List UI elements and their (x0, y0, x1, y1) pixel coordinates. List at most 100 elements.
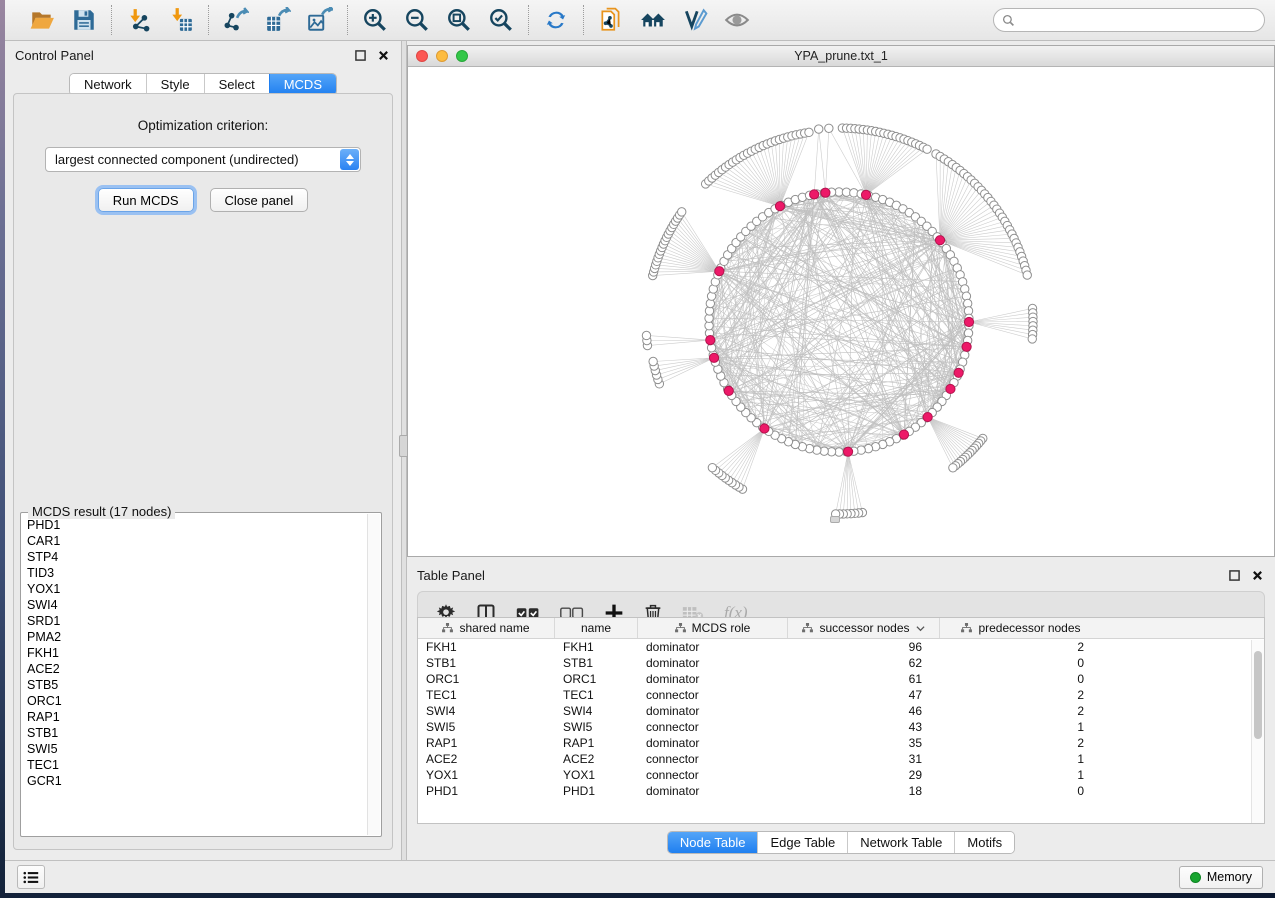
graph-hub-node[interactable] (760, 424, 769, 433)
table-scrollbar-thumb[interactable] (1254, 651, 1262, 739)
tab-network-table[interactable]: Network Table (847, 832, 954, 853)
tab-node-table[interactable]: Node Table (668, 832, 758, 853)
graph-hub-node[interactable] (861, 190, 870, 199)
table-row[interactable]: SWI5SWI5connector431 (418, 719, 1264, 735)
graph-node[interactable] (642, 331, 650, 339)
new-network-icon[interactable] (596, 5, 626, 35)
table-row[interactable]: RAP1RAP1dominator352 (418, 735, 1264, 751)
graph-hub-node[interactable] (899, 430, 908, 439)
graph-node[interactable] (678, 208, 686, 216)
graph-hub-node[interactable] (962, 342, 971, 351)
vizmapper-icon[interactable] (680, 5, 710, 35)
table-row[interactable]: TEC1TEC1connector472 (418, 687, 1264, 703)
result-scrollbar[interactable] (367, 514, 380, 835)
column-header-name[interactable]: name (555, 618, 638, 638)
mcds-result-item[interactable]: GCR1 (27, 773, 381, 789)
table-row[interactable]: SWI4SWI4dominator462 (418, 703, 1264, 719)
export-table-icon[interactable] (263, 5, 293, 35)
mcds-result-item[interactable]: TEC1 (27, 757, 381, 773)
refresh-icon[interactable] (541, 5, 571, 35)
graph-node[interactable] (708, 463, 716, 471)
graph-node[interactable] (805, 128, 813, 136)
graph-node[interactable] (815, 125, 823, 133)
graph-hub-node[interactable] (923, 412, 932, 421)
export-network-icon[interactable] (221, 5, 251, 35)
mcds-result-item[interactable]: PMA2 (27, 629, 381, 645)
close-panel-icon[interactable] (375, 47, 391, 63)
float-panel-icon[interactable] (1226, 567, 1242, 583)
tab-network[interactable]: Network (70, 74, 146, 95)
column-header-shared-name[interactable]: shared name (418, 618, 555, 638)
close-panel-icon[interactable] (1249, 567, 1265, 583)
graph-hub-node[interactable] (935, 236, 944, 245)
graph-hub-node[interactable] (964, 317, 973, 326)
network-titlebar[interactable]: YPA_prune.txt_1 (408, 46, 1274, 67)
mcds-result-item[interactable]: STB5 (27, 677, 381, 693)
table-row[interactable]: PHD1PHD1dominator180 (418, 783, 1264, 799)
tab-style[interactable]: Style (146, 74, 204, 95)
mcds-result-list[interactable]: PHD1CAR1STP4TID3YOX1SWI4SRD1PMA2FKH1ACE2… (20, 512, 382, 837)
tab-motifs[interactable]: Motifs (954, 832, 1014, 853)
export-image-icon[interactable] (305, 5, 335, 35)
table-row[interactable]: ACE2ACE2connector311 (418, 751, 1264, 767)
open-session-icon[interactable] (27, 5, 57, 35)
task-history-button[interactable] (17, 865, 45, 889)
float-panel-icon[interactable] (352, 47, 368, 63)
graph-node[interactable] (923, 145, 931, 153)
mcds-result-item[interactable]: TID3 (27, 565, 381, 581)
tab-edge-table[interactable]: Edge Table (757, 832, 847, 853)
memory-button[interactable]: Memory (1179, 866, 1263, 889)
graph-hub-node[interactable] (724, 386, 733, 395)
network-graph[interactable] (408, 67, 1274, 556)
mcds-result-item[interactable]: ACE2 (27, 661, 381, 677)
mcds-result-item[interactable]: SWI5 (27, 741, 381, 757)
zoom-fit-icon[interactable] (444, 5, 474, 35)
graph-hub-node[interactable] (715, 267, 724, 276)
mcds-result-item[interactable]: SRD1 (27, 613, 381, 629)
tab-mcds[interactable]: MCDS (269, 74, 336, 95)
graph-hub-node[interactable] (843, 447, 852, 456)
import-network-icon[interactable] (124, 5, 154, 35)
home-icon[interactable] (638, 5, 668, 35)
mcds-result-item[interactable]: ORC1 (27, 693, 381, 709)
tab-select[interactable]: Select (204, 74, 269, 95)
graph-hub-node[interactable] (954, 368, 963, 377)
run-mcds-button[interactable]: Run MCDS (98, 188, 194, 212)
search-input[interactable] (993, 8, 1265, 32)
mcds-result-item[interactable]: STB1 (27, 725, 381, 741)
column-header-successor-nodes[interactable]: successor nodes (788, 618, 940, 638)
graph-hub-node[interactable] (810, 190, 819, 199)
graph-hub-node[interactable] (821, 188, 830, 197)
node-table[interactable]: shared namenameMCDS rolesuccessor nodesp… (417, 617, 1265, 824)
table-scrollbar[interactable] (1251, 640, 1264, 823)
table-row[interactable]: ORC1ORC1dominator610 (418, 671, 1264, 687)
save-session-icon[interactable] (69, 5, 99, 35)
graph-node[interactable] (949, 464, 957, 472)
mcds-result-item[interactable]: RAP1 (27, 709, 381, 725)
graph-node[interactable] (1023, 271, 1031, 279)
table-row[interactable]: YOX1YOX1connector291 (418, 767, 1264, 783)
zoom-selected-icon[interactable] (486, 5, 516, 35)
search-text-field[interactable] (1020, 13, 1256, 27)
horizontal-splitter-grip[interactable] (830, 516, 840, 523)
column-header-predecessor-nodes[interactable]: predecessor nodes (940, 618, 1102, 638)
eye-icon[interactable] (722, 5, 752, 35)
graph-node[interactable] (825, 124, 833, 132)
table-row[interactable]: STB1STB1dominator620 (418, 655, 1264, 671)
graph-node[interactable] (1028, 335, 1036, 343)
graph-hub-node[interactable] (946, 384, 955, 393)
mcds-result-item[interactable]: STP4 (27, 549, 381, 565)
import-table-icon[interactable] (166, 5, 196, 35)
mcds-result-item[interactable]: CAR1 (27, 533, 381, 549)
graph-hub-node[interactable] (775, 202, 784, 211)
mcds-result-item[interactable]: FKH1 (27, 645, 381, 661)
table-row[interactable]: FKH1FKH1dominator962 (418, 639, 1264, 655)
zoom-in-icon[interactable] (360, 5, 390, 35)
mcds-result-item[interactable]: SWI4 (27, 597, 381, 613)
column-header-MCDS-role[interactable]: MCDS role (638, 618, 788, 638)
network-canvas[interactable] (408, 67, 1274, 556)
graph-hub-node[interactable] (709, 353, 718, 362)
criterion-select[interactable]: largest connected component (undirected) (45, 147, 361, 172)
close-panel-button[interactable]: Close panel (210, 188, 309, 212)
mcds-result-item[interactable]: YOX1 (27, 581, 381, 597)
